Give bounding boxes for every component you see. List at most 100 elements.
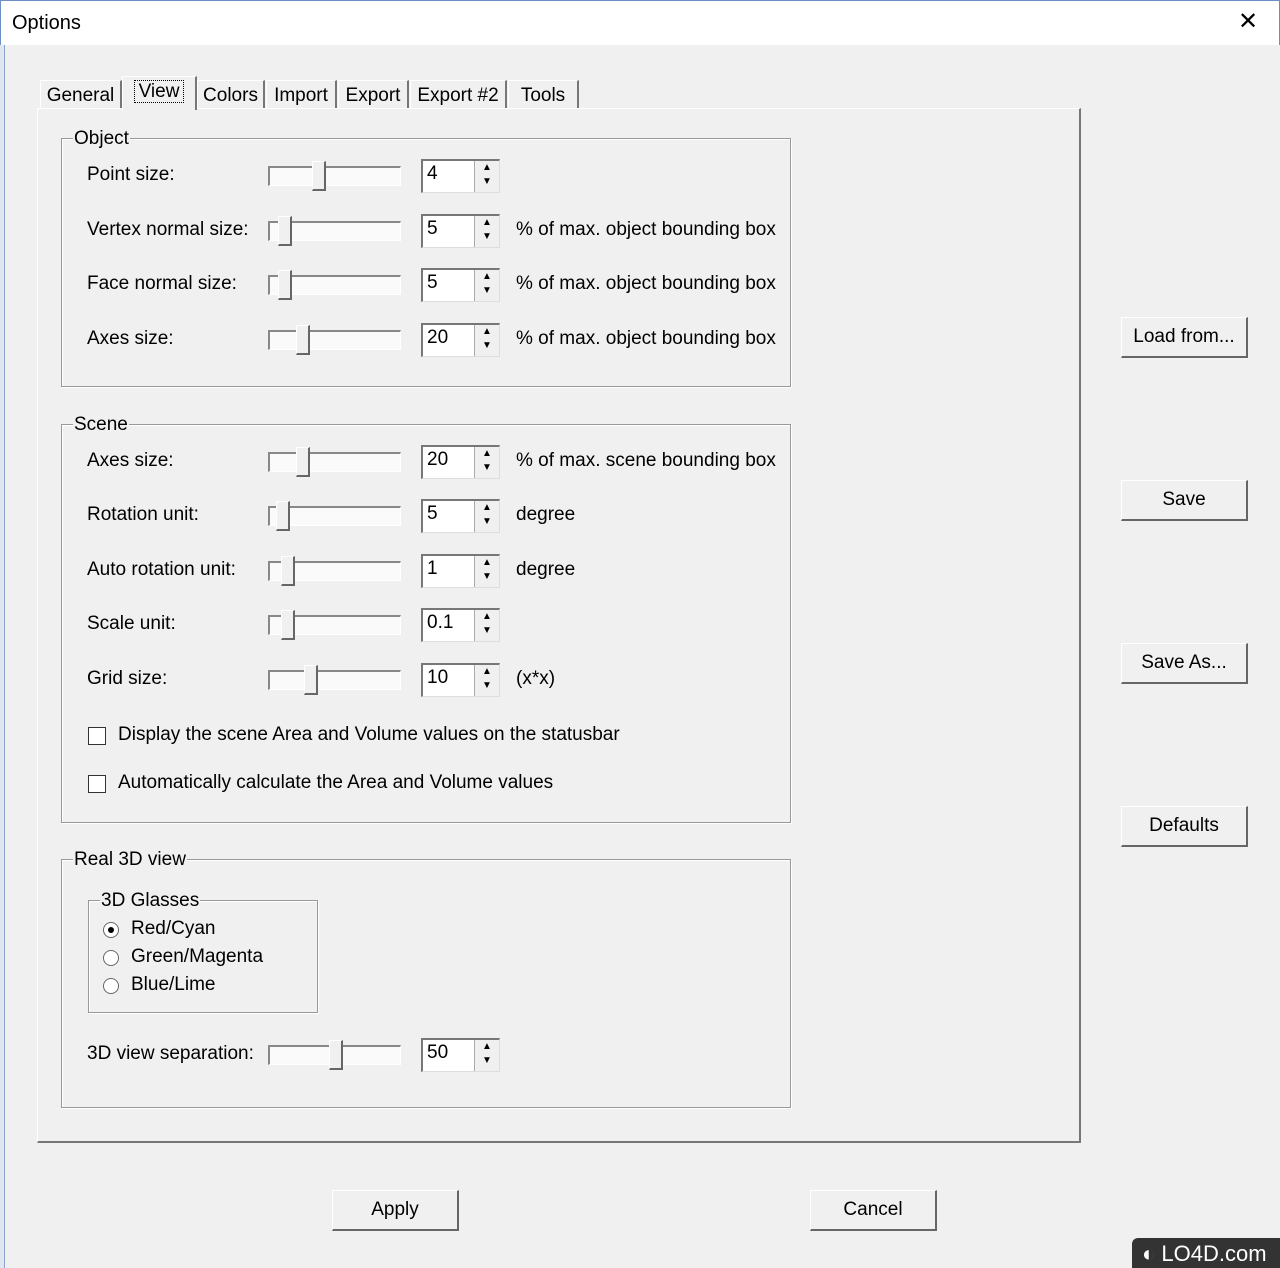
tab-label: General [46,85,115,106]
glasses-radio-label[interactable]: Red/Cyan [131,918,216,940]
scene-row-slider[interactable] [268,447,401,477]
tab-label: Colors [203,85,258,106]
scene-group-title: Scene [73,414,129,436]
spin-arrows-icon[interactable]: ▲ ▼ [474,161,499,192]
spinbox-value[interactable]: 1 [427,558,438,580]
glasses-radio[interactable] [103,950,119,966]
spinbox-value[interactable]: 5 [427,218,438,240]
slider-thumb[interactable] [303,665,318,695]
object-row-slider[interactable] [268,325,401,355]
tab-label: Export [345,85,401,106]
spin-arrows-icon[interactable]: ▲ ▼ [474,556,499,587]
object-row-unit: % of max. object bounding box [516,328,776,349]
scene-row-slider[interactable] [268,501,401,531]
close-icon[interactable]: ✕ [1233,7,1263,36]
scene-row-label: Grid size: [87,668,168,689]
separation-spinbox[interactable]: 50 ▲ ▼ [421,1038,500,1072]
spin-arrows-icon[interactable]: ▲ ▼ [474,1040,499,1071]
spinbox-value[interactable]: 5 [427,503,438,525]
object-row-label: Point size: [87,164,175,185]
scene-checkbox-label[interactable]: Display the scene Area and Volume values… [118,724,620,746]
spinbox-value[interactable]: 20 [427,327,448,349]
object-row-spinbox[interactable]: 5 ▲ ▼ [421,268,500,302]
slider-thumb[interactable] [312,161,327,191]
scene-row-unit: % of max. scene bounding box [516,450,776,471]
spin-arrows-icon[interactable]: ▲ ▼ [474,270,499,301]
load-from-button[interactable]: Load from... [1121,317,1248,358]
scene-row-slider[interactable] [268,556,401,586]
scene-row-slider[interactable] [268,665,401,695]
spin-arrows-icon[interactable]: ▲ ▼ [474,447,499,478]
spinbox-value[interactable]: 20 [427,449,448,471]
glasses-radio-label[interactable]: Blue/Lime [131,974,216,996]
object-row-slider[interactable] [268,270,401,300]
scene-row-unit: degree [516,504,576,525]
spin-arrows-icon[interactable]: ▲ ▼ [474,216,499,247]
tab-export-2[interactable]: Export #2 [410,80,507,109]
glasses-radio[interactable] [103,978,119,994]
tab-label: Export #2 [417,85,499,106]
scene-row-spinbox[interactable]: 0.1 ▲ ▼ [421,608,500,642]
spin-arrows-icon[interactable]: ▲ ▼ [474,610,499,641]
slider-thumb[interactable] [278,270,293,300]
tab-label: Import [274,85,328,106]
cancel-button[interactable]: Cancel [810,1190,937,1231]
tab-label: View [133,80,185,103]
spinbox-value[interactable]: 10 [427,667,448,689]
glasses-radio-label[interactable]: Green/Magenta [131,946,263,968]
apply-button[interactable]: Apply [332,1190,459,1231]
slider-thumb[interactable] [280,556,295,586]
window-border [0,45,5,1268]
tab-view[interactable]: View [122,76,197,110]
object-row-slider[interactable] [268,216,401,246]
tab-import[interactable]: Import [266,80,337,109]
scene-checkbox[interactable] [88,775,106,793]
scene-row-unit: degree [516,559,576,580]
slider-thumb[interactable] [275,501,290,531]
object-row-unit: % of max. object bounding box [516,273,776,294]
slider-thumb[interactable] [278,216,293,246]
scene-row-unit: (x*x) [516,668,556,689]
scene-row-spinbox[interactable]: 1 ▲ ▼ [421,554,500,588]
tab-general[interactable]: General [40,80,122,109]
tab-colors[interactable]: Colors [197,80,265,109]
real-3d-view-group-title: Real 3D view [73,849,187,871]
tab-label: Tools [520,85,566,106]
spin-arrows-icon[interactable]: ▲ ▼ [474,665,499,696]
glasses-radio[interactable] [103,922,119,938]
tab-export[interactable]: Export [338,80,409,109]
scene-row-label: Scale unit: [87,613,176,634]
scene-row-spinbox[interactable]: 20 ▲ ▼ [421,445,500,479]
object-row-unit: % of max. object bounding box [516,219,776,240]
object-row-spinbox[interactable]: 4 ▲ ▼ [421,159,500,193]
scene-checkbox-label[interactable]: Automatically calculate the Area and Vol… [118,772,553,794]
separation-label: 3D view separation: [87,1043,254,1064]
spin-arrows-icon[interactable]: ▲ ▼ [474,501,499,532]
spinbox-value[interactable]: 50 [427,1042,448,1064]
slider-thumb[interactable] [280,610,295,640]
object-row-slider[interactable] [268,161,401,191]
spinbox-value[interactable]: 5 [427,272,438,294]
scene-row-spinbox[interactable]: 5 ▲ ▼ [421,499,500,533]
slider-thumb[interactable] [328,1040,343,1070]
spinbox-value[interactable]: 4 [427,163,438,185]
save-button[interactable]: Save [1121,480,1248,521]
object-row-spinbox[interactable]: 5 ▲ ▼ [421,214,500,248]
title-bar: Options ✕ [0,0,1280,45]
tab-tools[interactable]: Tools [508,80,579,109]
object-row-spinbox[interactable]: 20 ▲ ▼ [421,323,500,357]
scene-checkbox[interactable] [88,727,106,745]
slider-thumb[interactable] [295,447,310,477]
separation-slider[interactable] [268,1040,401,1070]
defaults-button[interactable]: Defaults [1121,806,1248,847]
spinbox-value[interactable]: 0.1 [427,612,453,634]
scene-row-label: Rotation unit: [87,504,199,525]
slider-thumb[interactable] [295,325,310,355]
spin-arrows-icon[interactable]: ▲ ▼ [474,325,499,356]
object-group-title: Object [73,128,130,150]
scene-row-slider[interactable] [268,610,401,640]
scene-row-spinbox[interactable]: 10 ▲ ▼ [421,663,500,697]
save-as-button[interactable]: Save As... [1121,643,1248,684]
window-title: Options [12,12,81,34]
scene-row-label: Auto rotation unit: [87,559,236,580]
